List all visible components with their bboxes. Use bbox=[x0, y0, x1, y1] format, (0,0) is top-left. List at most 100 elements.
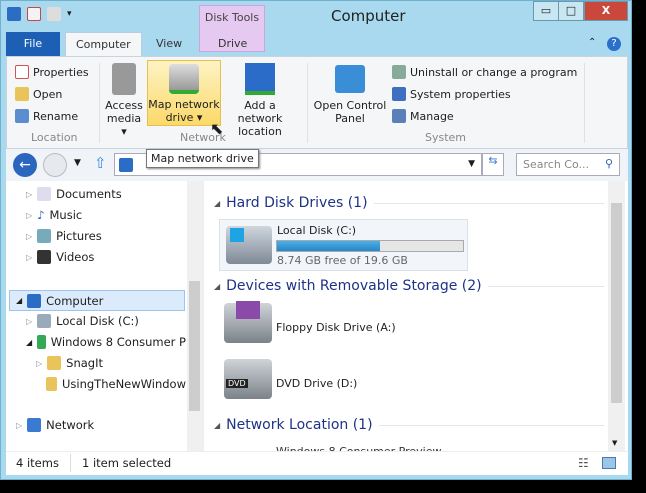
network-drive-icon bbox=[37, 335, 46, 349]
drive-item-local-disk[interactable]: Local Disk (C:) 8.74 GB free of 19.6 GB bbox=[219, 219, 468, 271]
group-header-hard-disk[interactable]: ◢ Hard Disk Drives (1) bbox=[214, 195, 604, 211]
programs-icon bbox=[392, 65, 406, 79]
title-bar: ▾ Computer ▭ □ X bbox=[1, 1, 631, 31]
open-button[interactable]: Open bbox=[15, 87, 62, 101]
group-label-location: Location bbox=[31, 131, 78, 144]
maximize-button[interactable]: □ bbox=[558, 1, 584, 21]
network-drive-icon bbox=[169, 64, 199, 94]
computer-icon bbox=[7, 7, 21, 21]
label: Videos bbox=[56, 250, 95, 264]
help-icon[interactable]: ? bbox=[607, 37, 621, 51]
drive-icon bbox=[37, 314, 52, 328]
label: Hard Disk Drives (1) bbox=[226, 195, 368, 211]
manage-icon bbox=[392, 109, 406, 123]
label: Uninstall or change a program bbox=[410, 65, 578, 79]
label: Network Location (1) bbox=[226, 417, 373, 433]
group-header-removable[interactable]: ◢ Devices with Removable Storage (2) bbox=[214, 278, 604, 294]
nav-item-documents[interactable]: ▷ Documents bbox=[26, 187, 122, 201]
explorer-window: ▾ Computer ▭ □ X Disk Tools File Compute… bbox=[0, 0, 632, 480]
details-view-icon[interactable]: ☷ bbox=[578, 456, 589, 470]
search-placeholder: Search Co... bbox=[523, 158, 589, 171]
back-button[interactable]: ← bbox=[13, 153, 37, 177]
label: Music bbox=[49, 208, 83, 222]
folder-open-icon bbox=[15, 87, 29, 101]
label: Computer bbox=[46, 293, 104, 308]
map-network-drive-button[interactable]: Map network drive ▾ bbox=[147, 60, 221, 126]
tooltip: Map network drive bbox=[146, 149, 259, 168]
label: Rename bbox=[33, 109, 79, 123]
up-button[interactable]: ⇧ bbox=[94, 154, 107, 172]
nav-item-snagit[interactable]: ▷ SnagIt bbox=[36, 356, 103, 370]
search-input[interactable]: Search Co... ⚲ bbox=[516, 153, 620, 176]
customize-qat-icon[interactable]: ▾ bbox=[67, 9, 72, 19]
scroll-down-icon[interactable]: ▼ bbox=[612, 439, 617, 447]
label: location bbox=[238, 125, 282, 138]
nav-item-pictures[interactable]: ▷ Pictures bbox=[26, 229, 102, 243]
access-media-button[interactable]: Access media ▾ bbox=[103, 63, 145, 138]
system-properties-button[interactable]: System properties bbox=[392, 87, 511, 101]
content-scrollbar[interactable]: ▼ bbox=[608, 181, 625, 451]
label: Open bbox=[33, 87, 63, 101]
pictures-icon bbox=[37, 229, 52, 243]
tab-computer[interactable]: Computer bbox=[65, 32, 142, 56]
minimize-ribbon-icon[interactable]: ⌃ bbox=[588, 37, 596, 48]
label: Windows 8 Consumer P bbox=[50, 335, 186, 349]
videos-icon bbox=[37, 250, 52, 264]
navigation-pane: ▷ Documents ▷ ♪ Music ▷ Pictures ▷ Videos ◢ Co… bbox=[6, 181, 202, 451]
scroll-thumb[interactable] bbox=[189, 281, 200, 411]
rename-icon bbox=[15, 109, 29, 123]
label: SnagIt bbox=[66, 356, 103, 370]
tab-view[interactable]: View bbox=[146, 32, 192, 56]
nav-item-usingthenewwindow[interactable]: UsingTheNewWindow bbox=[46, 377, 186, 391]
rename-button[interactable]: Rename bbox=[15, 109, 78, 123]
status-bar: 4 items 1 item selected ☷ bbox=[6, 451, 628, 475]
open-control-panel-button[interactable]: Open Control Panel bbox=[312, 65, 388, 125]
media-icon bbox=[112, 63, 136, 95]
label: System properties bbox=[410, 87, 511, 101]
label: Map network bbox=[148, 98, 220, 111]
close-button[interactable]: X bbox=[584, 1, 628, 21]
network-location-item[interactable]: Windows 8 Consumer Preview bbox=[276, 443, 442, 451]
network-icon bbox=[27, 418, 42, 432]
refresh-button[interactable]: ⇆ bbox=[482, 153, 504, 176]
nav-item-music[interactable]: ▷ ♪ Music bbox=[26, 208, 82, 222]
ribbon-tabs: File Computer View Drive ⌃ ? bbox=[6, 32, 628, 56]
nav-item-windows8-drive[interactable]: ◢ Windows 8 Consumer P bbox=[26, 335, 186, 349]
windows-logo-icon bbox=[230, 228, 244, 242]
label: Access bbox=[105, 99, 143, 112]
tab-drive[interactable]: Drive bbox=[208, 32, 257, 56]
recent-locations-icon[interactable]: ▼ bbox=[74, 158, 81, 168]
nav-item-network[interactable]: ▷ Network bbox=[16, 418, 94, 432]
scroll-thumb[interactable] bbox=[611, 203, 622, 403]
minimize-button[interactable]: ▭ bbox=[533, 1, 559, 21]
properties-icon[interactable] bbox=[27, 7, 41, 21]
uninstall-program-button[interactable]: Uninstall or change a program bbox=[392, 65, 577, 79]
pane-splitter[interactable] bbox=[202, 181, 204, 451]
properties-button[interactable]: Properties bbox=[15, 65, 89, 79]
computer-icon bbox=[119, 158, 133, 172]
new-folder-icon[interactable] bbox=[47, 7, 61, 21]
nav-scrollbar[interactable] bbox=[187, 181, 202, 451]
content-area: ▷ Documents ▷ ♪ Music ▷ Pictures ▷ Videos ◢ Co… bbox=[6, 181, 628, 451]
address-bar-row: ← ▼ ⇧ ▼ ⇆ Search Co... ⚲ Map network driv… bbox=[6, 149, 628, 181]
manage-button[interactable]: Manage bbox=[392, 109, 454, 123]
forward-button[interactable] bbox=[43, 153, 67, 177]
tab-file[interactable]: File bbox=[6, 32, 60, 56]
nav-item-computer[interactable]: ◢ Computer bbox=[9, 290, 185, 311]
drive-free-space: 8.74 GB free of 19.6 GB bbox=[277, 254, 408, 267]
divider bbox=[584, 63, 585, 143]
nav-item-videos[interactable]: ▷ Videos bbox=[26, 250, 94, 264]
divider bbox=[70, 454, 71, 472]
large-icons-view-icon[interactable] bbox=[602, 457, 616, 469]
add-network-location-button[interactable]: Add a network location bbox=[222, 63, 298, 138]
address-dropdown-icon[interactable]: ▼ bbox=[468, 159, 475, 169]
label: UsingTheNewWindow bbox=[61, 377, 186, 391]
network-location-icon bbox=[245, 63, 275, 95]
music-icon: ♪ bbox=[37, 208, 45, 222]
drive-item-dvd[interactable]: DVD Drive (D:) bbox=[276, 377, 357, 390]
nav-item-local-disk[interactable]: ▷ Local Disk (C:) bbox=[26, 314, 139, 328]
drive-item-floppy[interactable]: Floppy Disk Drive (A:) bbox=[276, 321, 396, 334]
label: media ▾ bbox=[106, 112, 142, 138]
group-header-network-location[interactable]: ◢ Network Location (1) bbox=[214, 417, 604, 433]
floppy-disk-icon bbox=[236, 301, 260, 319]
